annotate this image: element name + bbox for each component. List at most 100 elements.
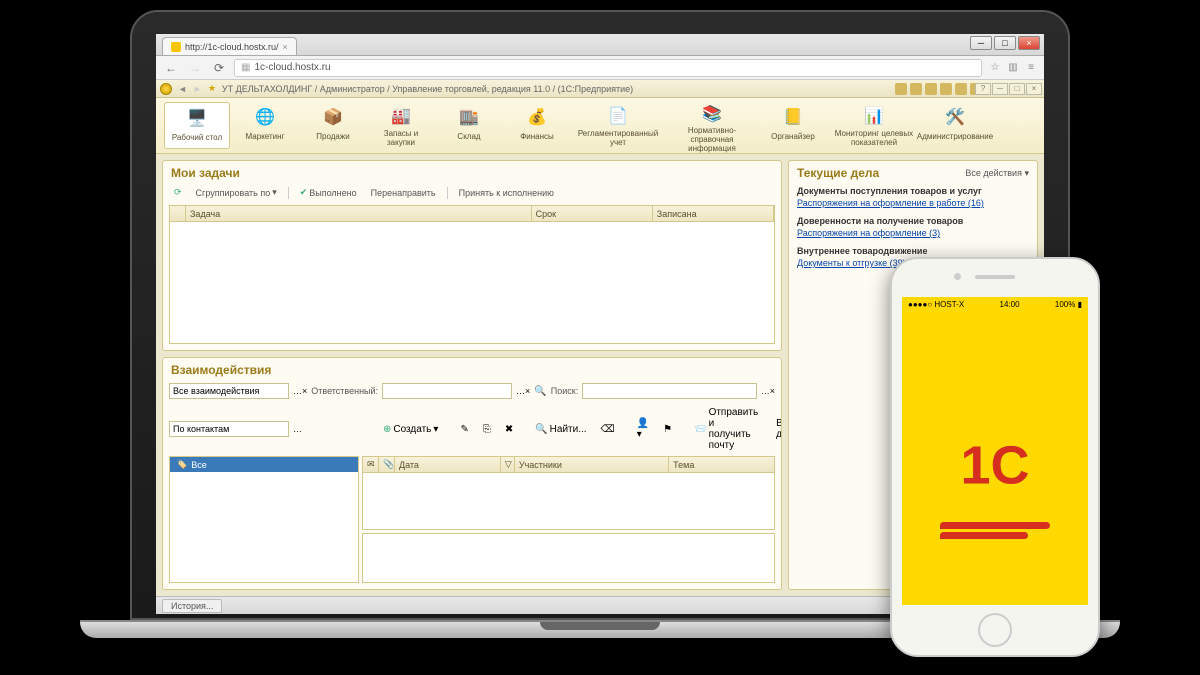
redirect-button[interactable]: Перенаправить xyxy=(366,186,441,200)
toolbar-regulated[interactable]: 📄 Регламентированный учет xyxy=(572,102,664,149)
browser-tabbar: http://1c-cloud.hostx.ru/ × ─ □ × xyxy=(156,34,1044,56)
desktop-icon: 🖥️ xyxy=(184,105,210,131)
sales-icon: 📦 xyxy=(320,104,346,130)
copy-icon[interactable]: ⎘ xyxy=(478,422,496,437)
bookmark-icon[interactable]: ☆ xyxy=(988,61,1002,75)
news-link[interactable]: Распоряжения на оформление в работе (16) xyxy=(797,198,1029,208)
app-toolbar-icon[interactable] xyxy=(955,83,967,95)
app-maximize-button[interactable]: □ xyxy=(1009,83,1025,95)
responsible-input[interactable] xyxy=(382,383,512,399)
current-title: Текущие дела xyxy=(797,166,879,180)
accept-button[interactable]: Принять к исполнению xyxy=(454,186,559,200)
col-sort-icon[interactable]: ▽ xyxy=(501,457,515,472)
col-subject[interactable]: Тема xyxy=(669,457,774,472)
tasks-toolbar: ⟳ Сгруппировать по ▾ ✔ Выполнено Перенап… xyxy=(163,183,781,202)
phone-mockup: ●●●●○ HOST-X 14:00 100% ▮ 1C xyxy=(890,257,1100,657)
nav-fwd-icon[interactable]: ► xyxy=(193,84,202,94)
toolbar-marketing[interactable]: 🌐 Маркетинг xyxy=(232,102,298,149)
delete-icon[interactable]: ✖ xyxy=(500,422,518,437)
search-input[interactable] xyxy=(582,383,757,399)
refresh-button[interactable]: ⟳ xyxy=(169,185,187,200)
clear-find-icon[interactable]: ⌫ xyxy=(596,422,620,437)
toolbar-organizer[interactable]: 📒 Органайзер xyxy=(760,102,826,149)
group-by-button[interactable]: Сгруппировать по ▾ xyxy=(191,185,282,200)
toolbar-sales[interactable]: 📦 Продажи xyxy=(300,102,366,149)
toolbar-stock[interactable]: 🏭 Запасы и закупки xyxy=(368,102,434,149)
window-minimize-button[interactable]: ─ xyxy=(970,36,992,50)
app-toolbar-icon[interactable] xyxy=(895,83,907,95)
toolbar-admin[interactable]: 🛠️ Администрирование xyxy=(922,102,988,149)
col-icon[interactable]: ✉ xyxy=(363,457,379,472)
tab-title: http://1c-cloud.hostx.ru/ xyxy=(185,42,279,52)
tasks-panel: Мои задачи ⟳ Сгруппировать по ▾ ✔ Выполн… xyxy=(162,160,782,351)
monitoring-icon: 📊 xyxy=(861,104,887,127)
interactions-panel: Взаимодействия …× Ответственный: …× 🔍 По… xyxy=(162,357,782,590)
current-all-actions[interactable]: Все действия ▾ xyxy=(965,168,1029,179)
url-input[interactable]: ▦ 1c-cloud.hostx.ru xyxy=(234,59,982,77)
phone-camera xyxy=(954,273,961,280)
col-task[interactable]: Задача xyxy=(186,206,532,221)
app-toolbar-icon[interactable] xyxy=(940,83,952,95)
col-participants[interactable]: Участники xyxy=(515,457,669,472)
phone-home-button[interactable] xyxy=(978,613,1012,647)
col-attach[interactable]: 📎 xyxy=(379,457,395,472)
flag-icon[interactable]: ⚑ xyxy=(658,422,677,437)
logo-underlines xyxy=(940,519,1050,539)
interactions-preview xyxy=(362,533,775,583)
interactions-title: Взаимодействия xyxy=(163,358,781,380)
tree-root-item[interactable]: 🏷️ Все xyxy=(170,457,358,472)
clear-search-icon[interactable]: …× xyxy=(761,386,775,396)
clear-responsible-icon[interactable]: …× xyxy=(516,386,530,396)
window-close-button[interactable]: × xyxy=(1018,36,1040,50)
phone-screen: ●●●●○ HOST-X 14:00 100% ▮ 1C xyxy=(902,297,1088,605)
filter-all-select[interactable] xyxy=(169,383,289,399)
history-button[interactable]: История... xyxy=(162,599,222,613)
phone-time: 14:00 xyxy=(1000,300,1020,309)
find-button[interactable]: 🔍 Найти... xyxy=(530,422,591,437)
extension-icon[interactable]: ▥ xyxy=(1006,61,1020,75)
reload-button[interactable]: ⟳ xyxy=(210,59,228,77)
contacts-dropdown-icon[interactable]: … xyxy=(293,424,302,434)
toolbar-warehouse[interactable]: 🏬 Склад xyxy=(436,102,502,149)
edit-icon[interactable]: ✎ xyxy=(455,422,473,437)
news-block: Доверенности на получение товаров Распор… xyxy=(789,212,1037,242)
app-help-button[interactable]: ? xyxy=(975,83,991,95)
interactions-tree[interactable]: 🏷️ Все xyxy=(169,456,359,583)
organizer-icon: 📒 xyxy=(780,104,806,130)
back-button[interactable]: ← xyxy=(162,59,180,77)
done-button[interactable]: ✔ Выполнено xyxy=(295,185,362,200)
forward-button[interactable]: → xyxy=(186,59,204,77)
news-link[interactable]: Распоряжения на оформление (3) xyxy=(797,228,1029,238)
toolbar-reference[interactable]: 📚 Нормативно-справочная информация xyxy=(666,102,758,149)
page-icon: ▦ xyxy=(241,62,250,73)
toolbar-monitoring[interactable]: 📊 Мониторинг целевых показателей xyxy=(828,102,920,149)
browser-tab[interactable]: http://1c-cloud.hostx.ru/ × xyxy=(162,37,297,55)
col-date[interactable]: Дата xyxy=(395,457,501,472)
col-written[interactable]: Записана xyxy=(653,206,774,221)
regulated-icon: 📄 xyxy=(605,104,631,127)
send-receive-button[interactable]: 📨 Отправить и получить почту xyxy=(689,405,763,453)
toolbar-desktop[interactable]: 🖥️ Рабочий стол xyxy=(164,102,230,149)
menu-icon[interactable]: ≡ xyxy=(1024,61,1038,75)
app-toolbar-icon[interactable] xyxy=(925,83,937,95)
warehouse-icon: 🏬 xyxy=(456,104,482,130)
create-button[interactable]: ⊕ Создать ▾ xyxy=(378,422,443,437)
nav-back-icon[interactable]: ◄ xyxy=(178,84,187,94)
user-icon[interactable]: 👤▾ xyxy=(632,416,654,442)
app-close-button[interactable]: × xyxy=(1026,83,1042,95)
clear-filter-icon[interactable]: …× xyxy=(293,386,307,396)
tasks-grid[interactable]: Задача Срок Записана xyxy=(169,205,775,344)
favorite-icon[interactable]: ★ xyxy=(208,83,216,94)
app-minimize-button[interactable]: ─ xyxy=(992,83,1008,95)
app-toolbar-icon[interactable] xyxy=(910,83,922,95)
tab-close-icon[interactable]: × xyxy=(283,42,288,52)
responsible-label: Ответственный: xyxy=(311,386,378,396)
interactions-grid[interactable]: ✉ 📎 Дата ▽ Участники Тема xyxy=(362,456,775,530)
url-text: 1c-cloud.hostx.ru xyxy=(254,62,330,73)
all-actions-button[interactable]: Все действия ▾ xyxy=(771,416,782,442)
contacts-select[interactable] xyxy=(169,421,289,437)
marketing-icon: 🌐 xyxy=(252,104,278,130)
col-deadline[interactable]: Срок xyxy=(532,206,653,221)
toolbar-finance[interactable]: 💰 Финансы xyxy=(504,102,570,149)
window-maximize-button[interactable]: □ xyxy=(994,36,1016,50)
